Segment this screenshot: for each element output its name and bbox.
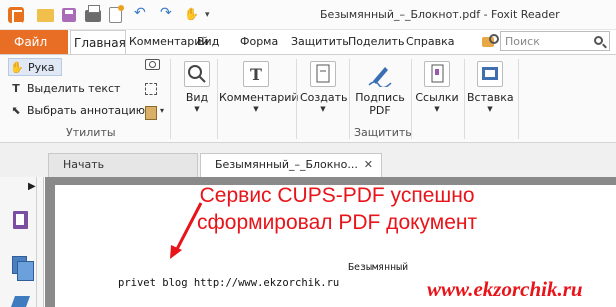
snapshot-icon[interactable] [145,59,160,70]
ribbon-separator [217,59,218,139]
insert-button[interactable]: Вставка ▼ [467,58,514,122]
create-button[interactable]: Создать ▼ [300,58,348,122]
tab-view[interactable]: Вид [197,30,219,54]
new-document-icon[interactable] [109,5,124,23]
links-dropdown-arrow-icon: ▼ [434,105,440,113]
insert-dropdown-arrow-icon: ▼ [487,105,493,113]
create-button-label: Создать [300,91,348,104]
ribbon-tabs: Файл Главная Комментарий Вид Форма Защит… [0,30,616,55]
comment-button[interactable]: T Комментарий ▼ [219,58,299,122]
ribbon-separator [296,59,297,139]
document-header-text: Безымянный [348,262,409,273]
magnifier-icon [184,61,210,87]
view-dropdown-arrow-icon: ▼ [194,105,200,113]
select-area-icon[interactable] [145,83,157,95]
links-button[interactable]: Ссылки ▼ [414,58,460,122]
typewriter-icon: T [243,61,269,87]
hand-icon: ✋ [10,61,24,74]
document-tabs: Начать Безымянный_–_Блокно... ✕ [0,143,616,177]
link-page-icon [424,61,450,87]
svg-text:T: T [250,65,262,84]
customize-toolbar-chevron-icon[interactable]: ▾ [205,10,221,26]
tab-protect[interactable]: Защитить [291,30,349,54]
links-button-label: Ссылки [415,91,459,104]
page-thumbnails-icon[interactable] [12,256,34,281]
ribbon-separator [170,59,171,139]
ribbon-separator [349,59,350,139]
group-label-utilities: Утилиты [66,126,116,139]
tab-form[interactable]: Форма [240,30,278,54]
ribbon-separator [411,59,412,139]
redo-icon[interactable]: ↷ [160,5,176,21]
hand-tool-label: Рука [28,61,55,74]
annotation-line-1: Сервис CUPS-PDF успешно [199,184,475,207]
search-icon[interactable] [594,36,603,45]
view-button-label: Вид [185,91,209,104]
doc-tab-document[interactable]: Безымянный_–_Блокно... ✕ [200,153,382,177]
clipboard-icon[interactable] [145,106,164,120]
hand-tool-button[interactable]: ✋ Рука [8,58,62,76]
film-strip-icon [477,61,503,87]
sign-pdf-label-line1: Подпись [355,91,405,104]
select-text-button[interactable]: T Выделить текст [8,80,120,98]
layers-icon[interactable] [10,296,31,307]
sign-pdf-label-line2: PDF [369,104,391,117]
foxit-logo-icon[interactable] [8,7,24,24]
hand-tool-small-icon[interactable]: ✋ [184,7,200,23]
doc-tab-document-label: Безымянный_–_Блокно... [215,158,358,171]
ribbon-panel: ✋ Рука T Выделить текст ⬉ Выбрать аннотацию… [0,54,616,143]
navigation-panel: ▶ [0,177,44,307]
pen-signature-icon [367,61,393,89]
tab-file[interactable]: Файл [0,30,68,54]
arrow-cursor-icon: ⬉ [11,104,21,117]
doc-tab-start[interactable]: Начать [48,153,198,177]
tab-home[interactable]: Главная [70,30,126,55]
print-icon[interactable] [85,5,101,22]
text-cursor-icon: T [12,82,20,95]
annotation-text: Сервис CUPS-PDF успешно сформировал PDF … [197,182,477,236]
select-annotation-label: Выбрать аннотацию [27,104,146,117]
title-bar: ↶ ↷ ✋ ▾ Безымянный_–_Блокнот.pdf - Foxit… [0,0,616,30]
tab-help[interactable]: Справка [406,30,454,54]
annotation-line-2: сформировал PDF документ [197,211,478,234]
view-button[interactable]: Вид ▼ [180,58,214,122]
undo-icon[interactable]: ↶ [134,5,150,21]
save-icon[interactable] [62,8,76,22]
comment-dropdown-arrow-icon: ▼ [253,105,259,113]
select-text-label: Выделить текст [27,82,121,95]
expand-panel-arrow-icon[interactable]: ▶ [28,181,36,192]
select-annotation-button[interactable]: ⬉ Выбрать аннотацию [8,102,145,120]
window-title: Безымянный_–_Блокнот.pdf - Foxit Reader [320,8,560,21]
create-pdf-icon [310,61,336,87]
open-folder-icon[interactable] [37,9,54,22]
ribbon-separator [518,59,519,139]
help-search-icon[interactable] [482,34,499,48]
doc-tab-start-label: Начать [63,158,105,171]
ribbon-separator [464,59,465,139]
create-dropdown-arrow-icon: ▼ [320,105,326,113]
tab-share[interactable]: Поделить [348,30,404,54]
group-label-protect: Защитить [354,126,412,139]
sign-pdf-button[interactable]: Подпись PDF [353,58,407,122]
annotation-arrow-icon [170,202,203,259]
comment-button-label: Комментарий [219,91,299,104]
document-body-text: privet blog http://www.ekzorchik.ru [118,277,340,289]
insert-button-label: Вставка [467,91,514,104]
watermark-text: www.ekzorchik.ru [427,277,583,301]
bookmark-icon[interactable] [13,211,28,229]
close-tab-icon[interactable]: ✕ [364,154,373,176]
panel-divider [36,177,37,307]
